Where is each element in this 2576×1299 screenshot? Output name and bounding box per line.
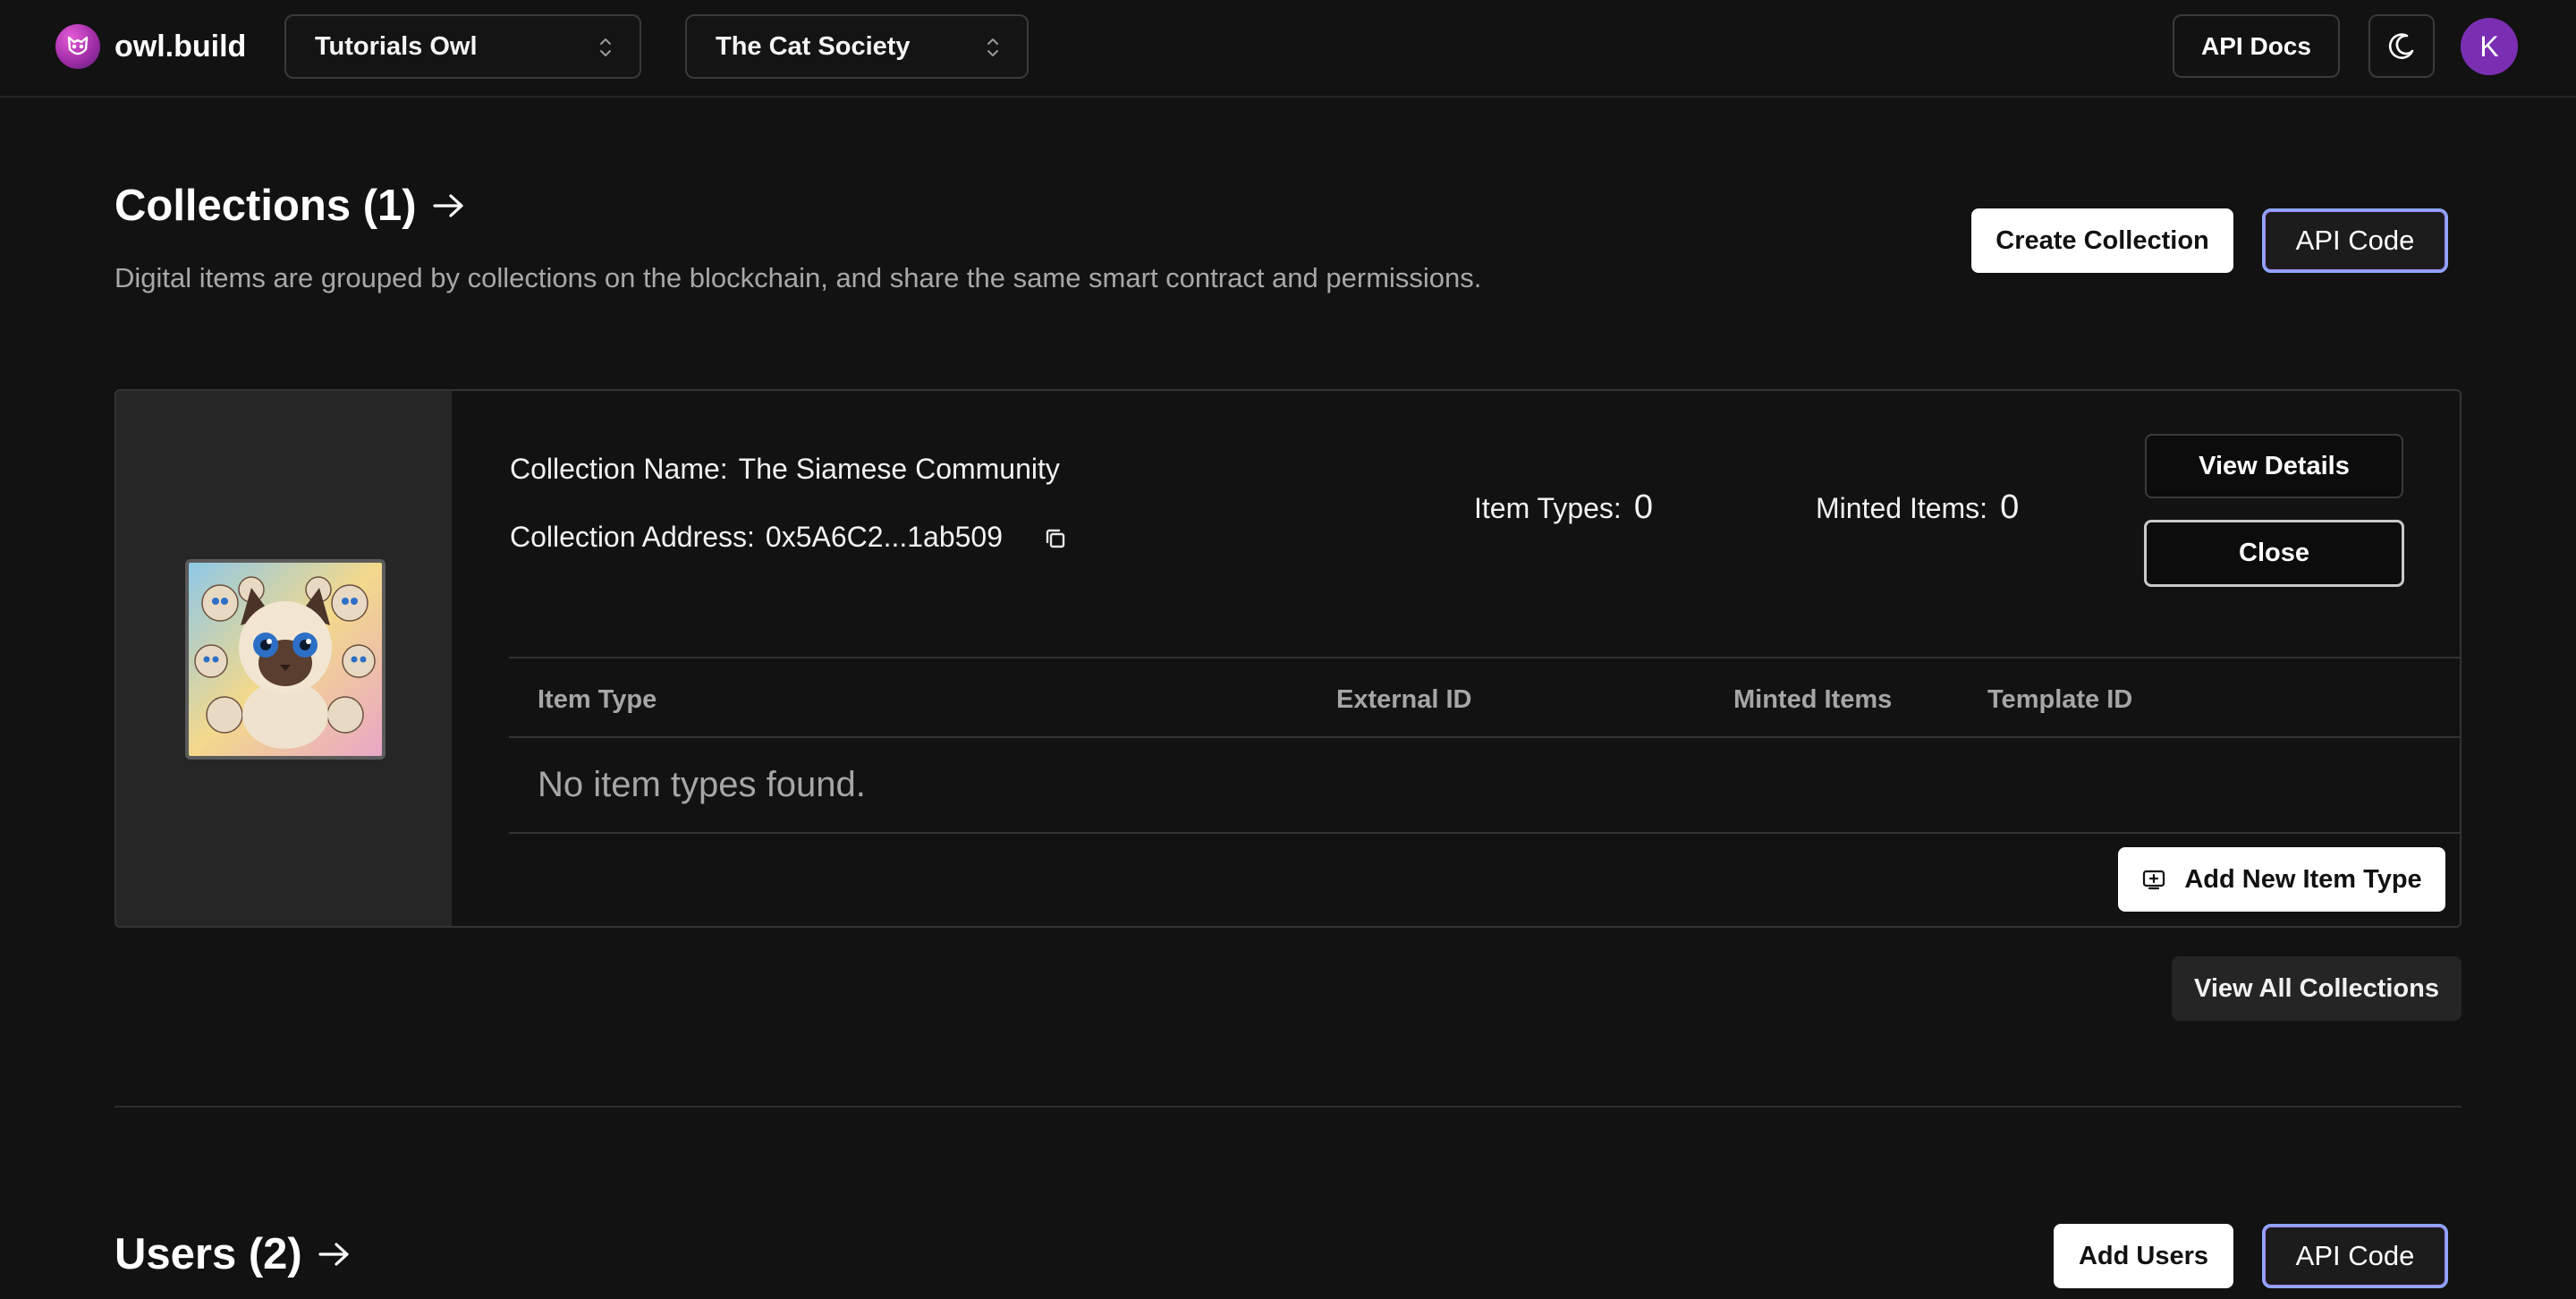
minted-items-stat: Minted Items: 0 [1816,488,2019,527]
item-types-stat: Item Types: 0 [1474,488,1653,527]
collections-description: Digital items are grouped by collections… [114,262,1482,293]
collection-card: Collection Name: The Siamese Community Co… [114,389,2462,928]
collections-title-text: Collections (1) [114,182,417,230]
arrow-right-icon [432,194,463,217]
organization-selector-value: Tutorials Owl [315,31,478,61]
theme-toggle-button[interactable] [2368,14,2435,78]
brand[interactable]: owl.build [55,21,246,72]
add-new-item-type-button[interactable]: Add New Item Type [2118,847,2445,912]
top-navbar: owl.build Tutorials Owl The Cat Society … [0,0,2576,98]
minted-items-label: Minted Items: [1816,492,1988,524]
section-divider [114,1106,2462,1108]
moon-icon [2388,32,2414,59]
add-new-item-type-label: Add New Item Type [2184,864,2422,894]
copy-icon[interactable] [1043,526,1068,551]
users-api-code-button[interactable]: API Code [2262,1224,2448,1288]
arrow-right-icon [318,1243,349,1266]
add-item-icon [2143,870,2165,890]
project-selector[interactable]: The Cat Society [685,14,1029,79]
collection-name-label: Collection Name: [510,453,728,485]
item-types-table-header: Item Type External ID Minted Items Templ… [509,657,2460,738]
user-avatar[interactable]: K [2461,18,2518,75]
chevron-updown-icon [987,38,998,56]
collections-title[interactable]: Collections (1) [114,181,467,231]
column-header-external-id[interactable]: External ID [1336,685,1472,715]
empty-state-text: No item types found. [538,765,866,804]
column-header-template-id[interactable]: Template ID [1987,685,2132,715]
close-button[interactable]: Close [2144,520,2404,587]
item-types-label: Item Types: [1474,492,1622,524]
collection-address-value: 0x5A6C2...1ab509 [765,521,1004,553]
collection-address-row: Collection Address: 0x5A6C2...1ab509 [510,521,1003,554]
project-selector-value: The Cat Society [716,31,911,61]
table-empty-row: No item types found. [509,738,2460,834]
collection-image-pane [116,391,452,926]
api-docs-button[interactable]: API Docs [2173,14,2340,78]
view-details-button[interactable]: View Details [2145,434,2403,498]
brand-name: owl.build [114,29,247,64]
create-collection-button[interactable]: Create Collection [1971,208,2233,273]
users-title[interactable]: Users (2) [114,1229,352,1279]
users-title-text: Users (2) [114,1230,302,1278]
minted-items-value: 0 [2000,488,2020,526]
collections-api-code-button[interactable]: API Code [2262,208,2448,273]
column-header-minted-items[interactable]: Minted Items [1733,685,1892,715]
add-users-button[interactable]: Add Users [2054,1224,2233,1288]
collection-name-row: Collection Name: The Siamese Community [510,453,1060,486]
collection-image [185,559,386,760]
item-types-value: 0 [1633,488,1653,526]
owl-logo-icon [55,24,100,69]
organization-selector[interactable]: Tutorials Owl [284,14,641,79]
chevron-updown-icon [600,38,611,56]
collection-address-label: Collection Address: [510,521,755,553]
collection-name-value: The Siamese Community [738,453,1060,485]
column-header-item-type[interactable]: Item Type [538,685,657,715]
view-all-collections-button[interactable]: View All Collections [2172,956,2462,1021]
